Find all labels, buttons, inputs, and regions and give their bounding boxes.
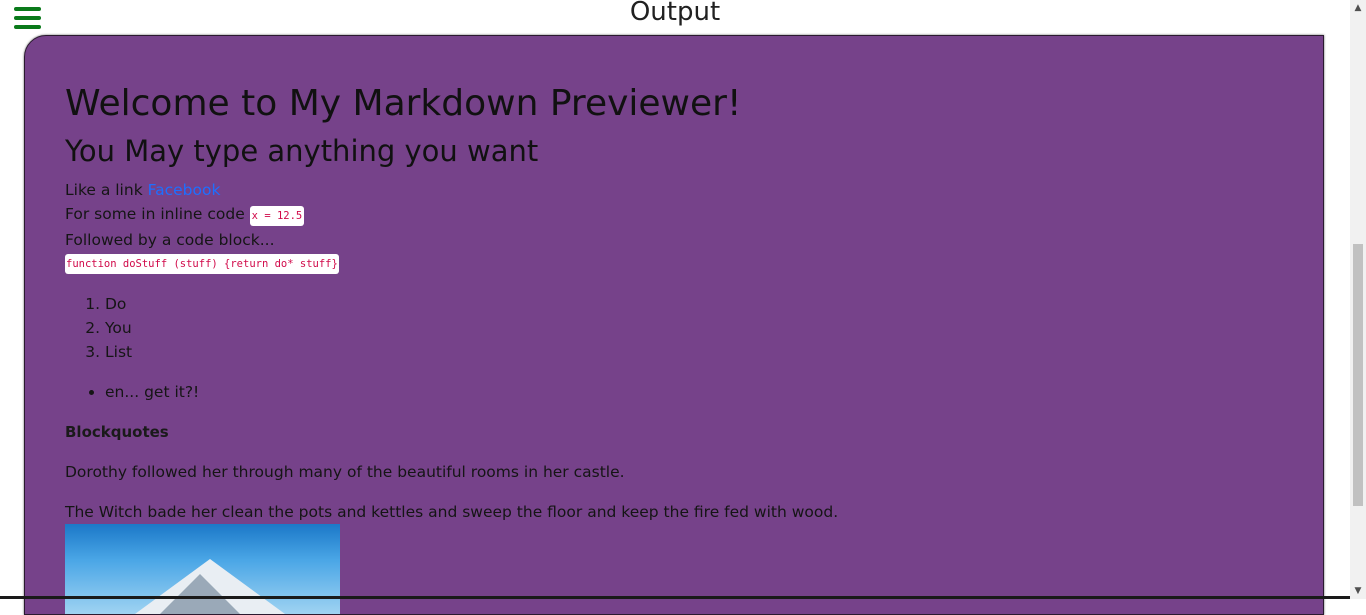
list-item: You bbox=[105, 316, 1265, 340]
inline-code: x = 12.5 bbox=[249, 206, 305, 226]
link-prefix: Like a link bbox=[65, 181, 148, 199]
ordered-list: Do You List bbox=[65, 292, 1265, 364]
paragraph-2: The Witch bade her clean the pots and ke… bbox=[65, 503, 839, 521]
paragraph-1: Dorothy followed her through many of the… bbox=[65, 463, 625, 481]
preview-panel: Welcome to My Markdown Previewer! You Ma… bbox=[24, 35, 1324, 615]
preview-heading-1: Welcome to My Markdown Previewer! bbox=[65, 83, 742, 124]
code-block: function doStuff (stuff) {return do* stu… bbox=[65, 254, 339, 274]
facebook-link[interactable]: Facebook bbox=[148, 181, 221, 199]
bold-text: Blockquotes bbox=[65, 423, 169, 441]
list-item: en... get it?! bbox=[105, 380, 1265, 404]
link-line: Like a link Facebook bbox=[65, 178, 1265, 202]
mountain-shadow-shape bbox=[160, 574, 240, 614]
list-item: List bbox=[105, 340, 1265, 364]
vertical-scrollbar[interactable]: ▲ ▼ bbox=[1350, 0, 1366, 599]
preview-heading-2: You May type anything you want bbox=[65, 134, 539, 168]
inline-code-prefix: For some in inline code bbox=[65, 205, 250, 223]
scrollbar-thumb[interactable] bbox=[1353, 244, 1363, 506]
preview-content: Welcome to My Markdown Previewer! You Ma… bbox=[65, 78, 1265, 614]
list-item: Do bbox=[105, 292, 1265, 316]
output-title: Output bbox=[629, 0, 721, 27]
inline-code-line: For some in inline code x = 12.5 bbox=[65, 202, 1265, 228]
mountain-image bbox=[65, 524, 340, 614]
code-block-intro: Followed by a code block... bbox=[65, 231, 275, 249]
bullet-list: en... get it?! bbox=[65, 380, 1265, 404]
scroll-up-arrow-icon[interactable]: ▲ bbox=[1350, 0, 1366, 16]
scroll-down-arrow-icon[interactable]: ▼ bbox=[1350, 583, 1366, 599]
